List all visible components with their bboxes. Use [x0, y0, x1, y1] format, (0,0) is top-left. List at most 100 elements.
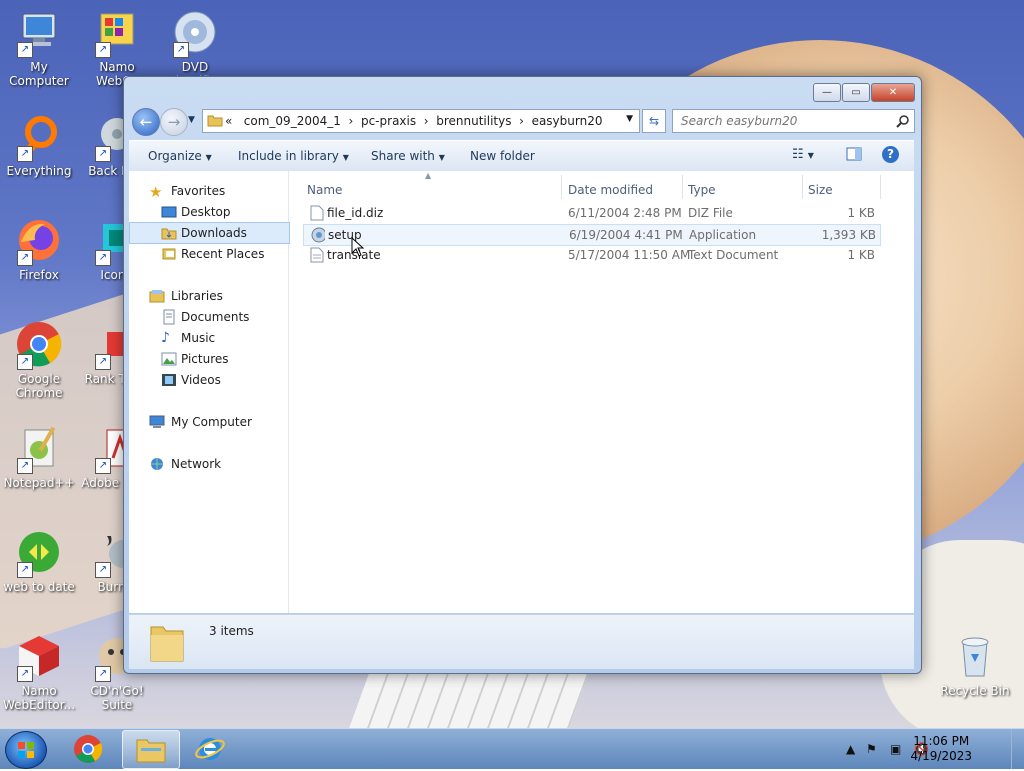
- address-dropdown-icon[interactable]: ▼: [626, 114, 633, 124]
- action-center-flag-icon[interactable]: ⚑: [866, 742, 877, 756]
- view-options-button[interactable]: ☷ ▼: [792, 147, 814, 162]
- forward-button[interactable]: →: [160, 108, 188, 136]
- taskbar-internet-explorer[interactable]: [182, 730, 238, 767]
- nav-label: Libraries: [171, 289, 223, 303]
- desktop-icon-chrome[interactable]: ↗ Google Chrome: [0, 320, 78, 400]
- navigation-row: ← → ▼ « com_09_2004_1 › pc-praxis › bren…: [130, 107, 915, 136]
- file-row[interactable]: file_id.diz 6/11/2004 2:48 PM DIZ File 1…: [303, 203, 879, 223]
- organize-menu[interactable]: Organize ▼: [148, 149, 212, 163]
- internet-explorer-icon: [195, 738, 225, 760]
- breadcrumb: « com_09_2004_1 › pc-praxis › brennutili…: [225, 114, 602, 128]
- nav-favorites[interactable]: ★ Favorites: [129, 181, 288, 201]
- search-input[interactable]: [679, 110, 889, 132]
- start-button[interactable]: [5, 731, 47, 769]
- desktop-icon-firefox[interactable]: ↗ Firefox: [0, 216, 78, 282]
- minimize-button[interactable]: —: [813, 83, 841, 102]
- desktop-icon-namo-webeditor[interactable]: ↗ Namo WebEditor...: [0, 632, 78, 712]
- show-hidden-icons-button[interactable]: ▲: [846, 742, 855, 756]
- desktop-icon-label: web to date: [3, 580, 75, 594]
- nav-documents[interactable]: Documents: [129, 307, 288, 327]
- nav-recent-places[interactable]: Recent Places: [129, 244, 288, 264]
- breadcrumb-pc-praxis[interactable]: pc-praxis: [361, 114, 416, 128]
- maximize-button[interactable]: ▭: [842, 83, 870, 102]
- column-header-name[interactable]: Name: [307, 183, 342, 197]
- file-row[interactable]: setup 6/19/2004 4:41 PM Application 1,39…: [303, 224, 881, 246]
- nav-music[interactable]: ♪ Music: [129, 328, 288, 348]
- preview-pane-icon: [846, 147, 862, 161]
- breadcrumb-separator[interactable]: ›: [349, 114, 354, 128]
- column-divider[interactable]: [682, 175, 683, 199]
- file-size: 1,393 KB: [821, 228, 876, 242]
- nav-label: Recent Places: [181, 247, 265, 261]
- nav-network[interactable]: Network: [129, 454, 288, 474]
- search-box[interactable]: [672, 109, 915, 133]
- text-document-icon: [310, 247, 324, 263]
- address-bar[interactable]: « com_09_2004_1 › pc-praxis › brennutili…: [202, 109, 640, 133]
- file-date: 6/11/2004 2:48 PM: [568, 206, 682, 220]
- dvd-icon: ↗: [171, 8, 219, 58]
- file-size: 1 KB: [847, 248, 875, 262]
- include-label: Include in library: [238, 149, 339, 163]
- file-date: 5/17/2004 11:50 AM: [568, 248, 691, 262]
- network-tray-icon[interactable]: ▣: [890, 742, 901, 756]
- desktop-icon-notepadpp[interactable]: ↗ Notepad++: [0, 424, 78, 490]
- breadcrumb-overflow[interactable]: «: [225, 114, 232, 128]
- breadcrumb-easyburn20[interactable]: easyburn20: [532, 114, 603, 128]
- view-list-icon: ☷: [792, 147, 804, 162]
- nav-downloads[interactable]: Downloads: [129, 222, 290, 244]
- breadcrumb-separator[interactable]: ›: [519, 114, 524, 128]
- nav-label: Documents: [181, 310, 250, 324]
- shortcut-arrow-icon: ↗: [17, 250, 33, 266]
- close-button[interactable]: ✕: [871, 83, 915, 102]
- file-row[interactable]: translate 5/17/2004 11:50 AM Text Docume…: [303, 245, 879, 265]
- taskbar-chrome[interactable]: [61, 730, 117, 767]
- setup-application-icon: [311, 227, 325, 243]
- nav-label: Desktop: [181, 205, 231, 219]
- file-size: 1 KB: [847, 206, 875, 220]
- desktop-icon-everything[interactable]: ↗ Everything: [0, 112, 78, 178]
- nav-label: Favorites: [171, 184, 226, 198]
- include-in-library-menu[interactable]: Include in library ▼: [238, 149, 349, 163]
- back-button[interactable]: ←: [132, 108, 160, 136]
- preview-pane-button[interactable]: [846, 147, 862, 164]
- breadcrumb-brennutilitys[interactable]: brennutilitys: [436, 114, 511, 128]
- desktop-icon-label: Firefox: [19, 268, 59, 282]
- file-icon: [310, 205, 324, 221]
- column-header-size[interactable]: Size: [808, 183, 833, 197]
- clock[interactable]: 11:06 PM 4/19/2023: [910, 734, 972, 764]
- desktop-icon-recycle-bin[interactable]: Recycle Bin: [936, 632, 1014, 698]
- recent-pages-dropdown[interactable]: ▼: [188, 115, 195, 125]
- breadcrumb-com-09-2004-1[interactable]: com_09_2004_1: [244, 114, 341, 128]
- taskbar-explorer[interactable]: [122, 730, 180, 769]
- column-header-date[interactable]: Date modified: [568, 183, 653, 197]
- desktop-icon-my-computer[interactable]: ↗ My Computer: [0, 8, 78, 88]
- shortcut-arrow-icon: ↗: [17, 562, 33, 578]
- column-divider[interactable]: [561, 175, 562, 199]
- search-icon[interactable]: [896, 114, 910, 128]
- details-pane: 3 items: [129, 614, 914, 669]
- nav-desktop[interactable]: Desktop: [129, 202, 288, 222]
- back-arrow-icon: ←: [139, 113, 153, 131]
- nav-my-computer[interactable]: My Computer: [129, 412, 288, 432]
- help-icon[interactable]: ?: [882, 146, 899, 163]
- column-divider[interactable]: [880, 175, 881, 199]
- nav-label: Pictures: [181, 352, 229, 366]
- column-header-type[interactable]: Type: [688, 183, 716, 197]
- refresh-button[interactable]: ⇆: [642, 109, 666, 133]
- nav-pictures[interactable]: Pictures: [129, 349, 288, 369]
- share-with-menu[interactable]: Share with ▼: [371, 149, 445, 163]
- column-divider[interactable]: [802, 175, 803, 199]
- computer-icon: [149, 415, 165, 428]
- folder-icon: [207, 115, 223, 127]
- show-desktop-button[interactable]: [1011, 729, 1024, 769]
- new-folder-button[interactable]: New folder: [470, 149, 535, 163]
- desktop-icon-web-to-date[interactable]: ↗ web to date: [0, 528, 78, 594]
- breadcrumb-separator[interactable]: ›: [424, 114, 429, 128]
- navigation-pane: ★ Favorites Desktop Downloads Recent Pla…: [129, 171, 290, 613]
- chevron-down-icon: ▼: [438, 153, 445, 162]
- chevron-down-icon: ▼: [342, 153, 349, 162]
- title-bar[interactable]: — ▭ ✕: [124, 77, 921, 105]
- nav-libraries[interactable]: Libraries: [129, 286, 288, 306]
- nav-videos[interactable]: Videos: [129, 370, 288, 390]
- chrome-icon: ↗: [15, 320, 63, 370]
